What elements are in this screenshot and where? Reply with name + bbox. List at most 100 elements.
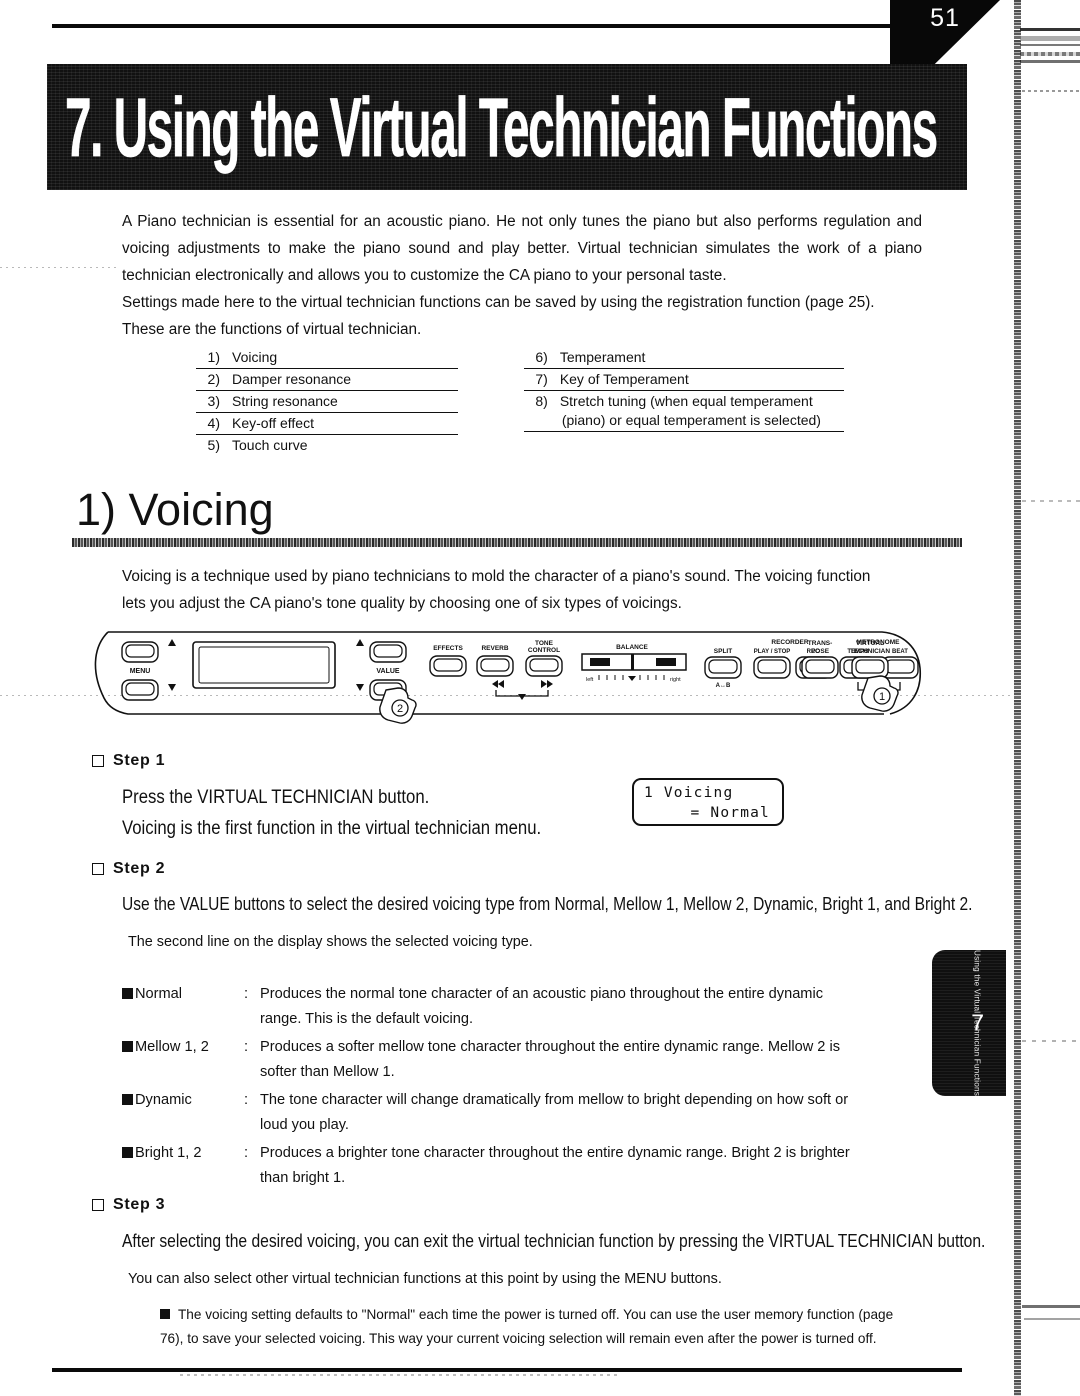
step-1-text: Press the VIRTUAL TECHNICIAN button. Voi… <box>122 782 598 844</box>
function-number: 4) <box>207 415 220 431</box>
voicing-desc-line-1: Produces the normal tone character of an… <box>260 986 824 1002</box>
intro-paragraph-2: Settings made here to the virtual techni… <box>122 294 875 311</box>
svg-text:2: 2 <box>397 703 403 715</box>
function-label: Key of Temperament <box>559 371 689 387</box>
step-checkbox-icon <box>92 863 104 875</box>
balance-center-marker <box>628 676 636 681</box>
function-label: Damper resonance <box>232 371 352 387</box>
virtual-technician-button <box>851 656 889 679</box>
balance-label: BALANCE <box>616 644 648 651</box>
transport-glyph-icons <box>492 680 553 688</box>
scan-artifact-line <box>1022 500 1080 502</box>
bullet-square-icon <box>122 988 133 999</box>
section-heading-text: 1) Voicing <box>76 484 274 535</box>
function-list: 1) Voicing 2) Damper resonance 3) String… <box>196 347 844 453</box>
effect-buttons <box>429 655 563 677</box>
voicing-type-name: Dynamic <box>135 1092 192 1108</box>
voicing-type-colon: : <box>244 1039 249 1055</box>
chapter-title-text: 7. Using the Virtual Technician Function… <box>65 80 938 174</box>
footer-note-line-2: 76), to save your selected voicing. This… <box>160 1331 877 1346</box>
transpose-label-1: TRANS- <box>808 640 833 647</box>
hand-pointer-2: 2 <box>379 687 417 724</box>
manual-page: 51 7. Using the Virtual Technician Funct… <box>0 0 1080 1396</box>
chapter-banner: 7. Using the Virtual Technician Function… <box>47 64 967 190</box>
effects-label: EFFECTS <box>433 645 463 652</box>
function-number: 8) <box>535 393 548 409</box>
voicing-type-name: Mellow 1, 2 <box>135 1039 209 1055</box>
value-up-arrow-icon <box>356 639 364 646</box>
step-3-label-text: Step 3 <box>113 1196 166 1213</box>
footer-note-line-1: The voicing setting defaults to "Normal"… <box>178 1307 894 1322</box>
voicing-type-term: Dynamic <box>122 1088 244 1138</box>
voicing-type-row: Bright 1, 2 : Produces a brighter tone c… <box>122 1141 922 1191</box>
voicing-type-colon: : <box>244 986 249 1002</box>
panel-lcd-screen <box>192 641 336 689</box>
intro-text: A Piano technician is essential for an a… <box>122 208 922 343</box>
scan-artifact-line <box>1020 36 1080 41</box>
value-label: VALUE <box>376 668 400 675</box>
function-number: 6) <box>535 349 548 365</box>
function-list-item: 1) Voicing <box>196 347 458 369</box>
virtual-technician-label-1: VIRTUAL <box>856 640 884 647</box>
voicing-type-term: Bright 1, 2 <box>122 1141 244 1191</box>
footer-rule <box>52 1368 962 1372</box>
note-bullet-icon <box>160 1309 170 1319</box>
step-2-label-text: Step 2 <box>113 860 166 877</box>
function-label: Touch curve <box>232 437 308 453</box>
function-number: 1) <box>207 349 220 365</box>
lcd-line-1: 1 Voicing <box>644 785 734 801</box>
transpose-label-2: POSE <box>811 648 830 655</box>
voicing-type-colon: : <box>244 1145 249 1161</box>
function-number: 3) <box>207 393 220 409</box>
transport-down-arrow-icon <box>518 694 526 700</box>
voicing-desc-line-1: The tone character will change dramatica… <box>260 1092 849 1108</box>
function-list-item: 6) Temperament <box>523 347 844 369</box>
section-body: Voicing is a technique used by piano tec… <box>122 563 922 617</box>
function-list-item: 7) Key of Temperament <box>523 369 844 391</box>
scan-artifact-line <box>1022 1040 1080 1042</box>
step-1-label: Step 1 <box>92 752 165 770</box>
balance-left-label: left <box>586 677 594 683</box>
balance-right-label: right <box>670 677 681 683</box>
side-tab-number: 7 <box>971 1009 984 1036</box>
step-1-label-text: Step 1 <box>113 752 166 769</box>
voicing-type-term: Mellow 1, 2 <box>122 1035 244 1085</box>
section-heading: 1) Voicing <box>72 484 962 547</box>
bullet-square-icon <box>122 1094 133 1105</box>
voicing-type-description: Produces the normal tone character of an… <box>260 982 922 1032</box>
function-label: String resonance <box>232 393 338 409</box>
step-1-line-1: Press the VIRTUAL TECHNICIAN button. <box>122 787 430 808</box>
split-button <box>704 656 742 679</box>
intro-paragraph-3: These are the functions of virtual techn… <box>122 321 422 338</box>
menu-down-arrow-icon <box>168 684 176 691</box>
svg-text:1: 1 <box>879 691 885 703</box>
step-2-label: Step 2 <box>92 860 165 878</box>
balance-slider <box>581 653 687 671</box>
reverb-label: REVERB <box>481 645 508 652</box>
scan-artifact-line <box>1024 1318 1080 1320</box>
voicing-desc-line-2: loud you play. <box>260 1117 349 1133</box>
function-label: Stretch tuning (when equal temperament (… <box>560 392 844 430</box>
voicing-type-row: Mellow 1, 2 : Produces a softer mellow t… <box>122 1035 922 1085</box>
scan-artifact-line <box>1020 60 1080 63</box>
function-label-line2: (piano) or equal temperament is selected… <box>561 412 821 428</box>
voicing-type-term: Normal <box>122 982 244 1032</box>
page-number: 51 <box>930 4 960 32</box>
scan-guide-line <box>0 267 120 268</box>
function-number: 2) <box>207 371 220 387</box>
scan-artifact-line <box>1020 28 1080 31</box>
step-2-line-1: Use the VALUE buttons to select the desi… <box>122 893 973 914</box>
lcd-display: 1 Voicing = Normal <box>632 778 784 826</box>
value-down-arrow-icon <box>356 684 364 691</box>
voicing-desc-line-2: than bright 1. <box>260 1170 346 1186</box>
control-panel-right-svg: TRANS- POSE VIRTUAL TECHNICIAN 1 <box>801 640 899 712</box>
footer-note: The voicing setting defaults to "Normal"… <box>160 1303 922 1351</box>
bullet-square-icon <box>122 1041 133 1052</box>
voicing-type-row: Dynamic : The tone character will change… <box>122 1088 922 1138</box>
chapter-title: 7. Using the Virtual Technician Function… <box>65 85 967 169</box>
voicing-type-colon: : <box>244 1092 249 1108</box>
function-number: 7) <box>535 371 548 387</box>
footer-rule-artifact <box>180 1374 620 1376</box>
function-number: 5) <box>207 437 220 453</box>
transpose-button <box>801 656 839 679</box>
